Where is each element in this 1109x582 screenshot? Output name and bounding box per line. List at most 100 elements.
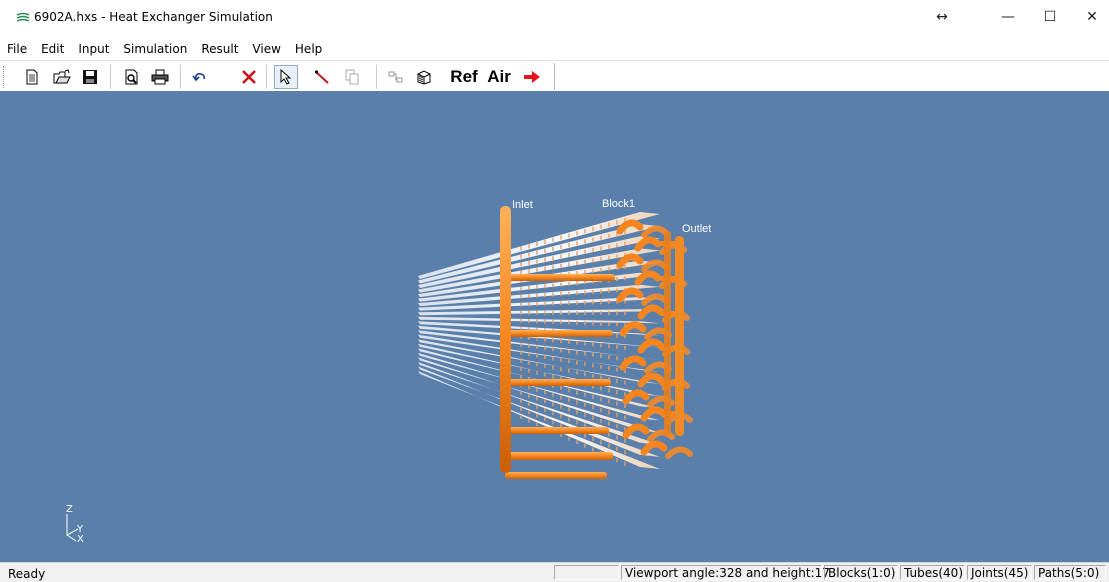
heat-exchanger-model[interactable]	[0, 91, 1109, 562]
fin-dot	[608, 288, 610, 293]
undo-button[interactable]	[188, 65, 212, 89]
run-button[interactable]	[520, 65, 544, 89]
resize-arrows-icon[interactable]: ↔	[922, 6, 962, 28]
fin-dot	[600, 440, 602, 445]
fin-dot	[616, 367, 618, 372]
app-icon	[16, 12, 30, 22]
menu-view[interactable]: View	[245, 40, 287, 58]
fin-dot	[592, 258, 594, 263]
fin-dot	[520, 246, 522, 251]
close-button[interactable]: ✕	[1072, 6, 1109, 28]
fin-dot	[584, 443, 586, 448]
fin-dot	[616, 356, 618, 361]
toolbar: Ref Air	[0, 60, 1109, 92]
return-bend	[619, 355, 647, 371]
select-pointer-icon	[280, 69, 292, 85]
fin-dot	[544, 337, 546, 342]
fin-dot	[536, 302, 538, 307]
status-tubes: Tubes(40)	[900, 565, 965, 580]
fin-dot	[560, 404, 562, 409]
fin-dot	[528, 294, 530, 299]
minimize-button[interactable]: —	[988, 6, 1028, 28]
delete-icon	[242, 70, 256, 84]
fin-dot	[576, 310, 578, 315]
inlet-tube	[505, 274, 615, 281]
return-bend	[619, 321, 647, 337]
fin-dot	[576, 420, 578, 425]
save-button[interactable]	[78, 65, 102, 89]
fin-dot	[584, 433, 586, 438]
fin-dot	[584, 290, 586, 295]
fin-dot	[608, 410, 610, 415]
fin-dot	[520, 318, 522, 323]
menu-simulation[interactable]: Simulation	[116, 40, 194, 58]
fin-dot	[616, 322, 618, 327]
fin-dot	[544, 266, 546, 271]
fin-dot	[584, 249, 586, 254]
fin-dot	[608, 233, 610, 238]
select-button[interactable]	[274, 65, 298, 89]
fin-dot	[584, 239, 586, 244]
inlet-tube	[505, 330, 613, 337]
fin-dot	[568, 368, 570, 373]
fin-dot	[552, 420, 554, 425]
menu-help[interactable]: Help	[288, 40, 329, 58]
toolbar-grip[interactable]	[3, 66, 6, 88]
connect-icon	[388, 71, 403, 83]
fin-dot	[560, 292, 562, 297]
fin-dot	[584, 402, 586, 407]
fin-dot	[592, 300, 594, 305]
draw-tube-button[interactable]	[310, 65, 334, 89]
fin-dot	[544, 416, 546, 421]
fin-dot	[520, 310, 522, 315]
fin-dot	[568, 436, 570, 441]
fin-dot	[600, 246, 602, 251]
print-preview-button[interactable]	[120, 65, 144, 89]
fin-dot	[592, 289, 594, 294]
air-button[interactable]: Air	[484, 65, 514, 89]
fin-dot	[520, 302, 522, 307]
fin-dot	[616, 390, 618, 395]
fin-dot	[584, 300, 586, 305]
return-bend	[665, 446, 693, 459]
print-button[interactable]	[148, 65, 172, 89]
menu-file[interactable]: File	[0, 40, 34, 58]
fin-dot	[584, 341, 586, 346]
fin-dot	[520, 342, 522, 347]
fin-dot	[560, 282, 562, 287]
return-bend	[637, 304, 665, 320]
copy-button[interactable]	[340, 65, 364, 89]
menu-result[interactable]: Result	[194, 40, 245, 58]
fin-dot	[536, 242, 538, 247]
fin-dot	[528, 393, 530, 398]
fin-dot	[608, 399, 610, 404]
new-file-button[interactable]	[20, 65, 44, 89]
toolbar-separator	[180, 65, 181, 89]
maximize-button[interactable]: ☐	[1030, 6, 1070, 28]
fin-dot	[536, 413, 538, 418]
delete-button[interactable]	[237, 65, 261, 89]
fin-dot	[544, 239, 546, 244]
open-button[interactable]	[50, 65, 74, 89]
return-bend	[641, 225, 669, 238]
fin-dot	[536, 293, 538, 298]
inlet-tube	[505, 472, 607, 479]
fin-dot	[560, 357, 562, 362]
menu-edit[interactable]: Edit	[34, 40, 71, 58]
return-bend	[634, 270, 662, 286]
fin-dot	[592, 405, 594, 410]
fin-dot	[560, 367, 562, 372]
fin-dot	[584, 372, 586, 377]
ref-button[interactable]: Ref	[446, 65, 482, 89]
fin-dot	[544, 372, 546, 377]
fin-dot	[584, 270, 586, 275]
status-joints: Joints(45)	[967, 565, 1032, 580]
connect-button[interactable]	[384, 65, 408, 89]
block-label: Block1	[602, 198, 636, 210]
block-button[interactable]	[412, 65, 436, 89]
open-folder-icon	[53, 69, 71, 84]
menu-input[interactable]: Input	[71, 40, 116, 58]
fin-dot	[568, 233, 570, 238]
undo-icon	[192, 73, 205, 82]
3d-viewport[interactable]: Inlet Block1 Outlet Z Y X	[0, 91, 1109, 562]
